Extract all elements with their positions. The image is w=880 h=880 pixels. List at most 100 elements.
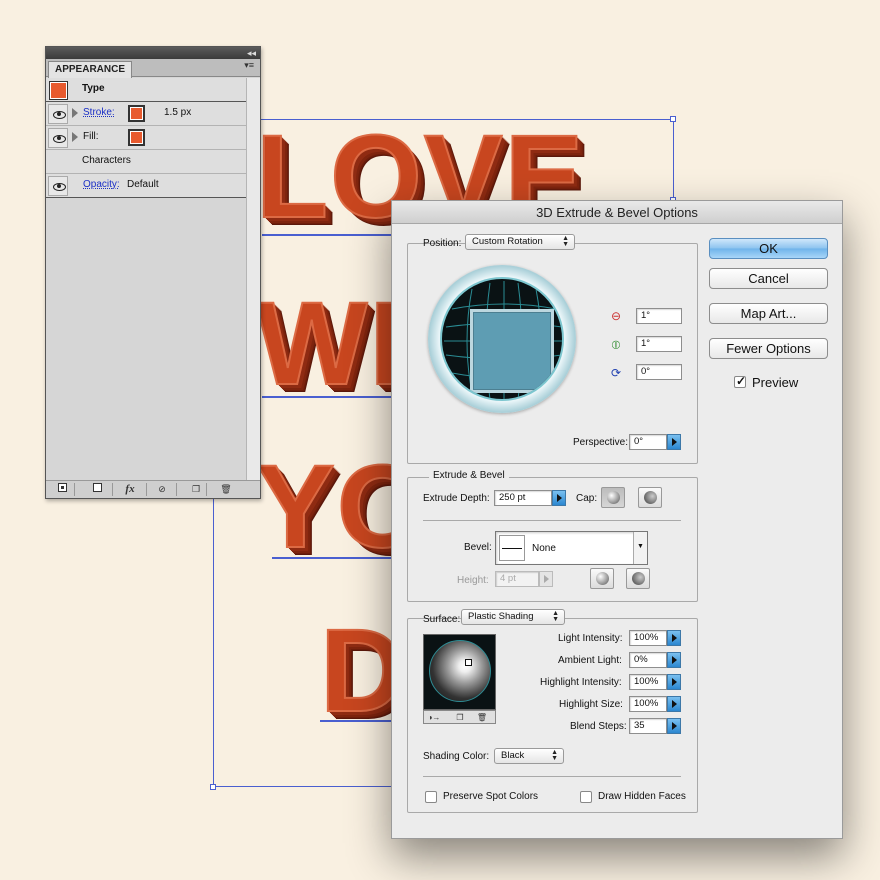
bevel-extent-in-button[interactable]	[626, 568, 650, 589]
shading-color-select[interactable]: Black ▲ ▼	[494, 748, 564, 764]
bevel-extent-out-button[interactable]	[590, 568, 614, 589]
fewer-options-button[interactable]: Fewer Options	[709, 338, 828, 359]
collapse-panel-icon[interactable]: ◂◂	[247, 47, 256, 59]
clear-appearance-icon[interactable]	[89, 483, 105, 496]
rotate-z-field[interactable]: 0°	[636, 364, 682, 380]
chevron-updown-icon: ▲ ▼	[551, 749, 558, 762]
cancel-button[interactable]: Cancel	[709, 268, 828, 289]
blend-steps-field[interactable]: 35	[629, 718, 667, 734]
bevel-select-value: None	[532, 543, 556, 554]
perspective-slider-button[interactable]	[667, 434, 681, 450]
position-select[interactable]: Custom Rotation ▲ ▼	[465, 234, 575, 250]
appearance-list: Type Stroke: 1.5 px Fill: Characters Opa…	[46, 78, 246, 480]
move-light-to-back-icon[interactable]: ◑→	[426, 711, 442, 724]
eye-icon[interactable]	[48, 128, 68, 148]
panel-title-bar[interactable]: ◂◂	[46, 47, 260, 59]
highlight-intensity-field[interactable]: 100%	[629, 674, 667, 690]
blend-steps-label: Blend Steps:	[570, 721, 627, 732]
track-cube-face[interactable]	[470, 309, 554, 393]
extrude-bevel-group-label: Extrude & Bevel	[429, 470, 509, 481]
highlight-size-slider-button[interactable]	[667, 696, 681, 712]
draw-hidden-faces-label[interactable]: Draw Hidden Faces	[598, 791, 686, 802]
shading-color-select-value: Black	[501, 750, 525, 761]
blend-steps-slider-button[interactable]	[667, 718, 681, 734]
light-intensity-slider-button[interactable]	[667, 630, 681, 646]
cap-off-icon	[644, 491, 657, 504]
perspective-field[interactable]: 0°	[629, 434, 667, 450]
bevel-select[interactable]: None ▼	[495, 531, 648, 565]
preview-label[interactable]: Preview	[752, 375, 798, 390]
track-cube-widget[interactable]	[428, 265, 576, 413]
footer-divider	[74, 483, 75, 496]
height-slider-button[interactable]	[539, 571, 553, 587]
delete-item-icon[interactable]: 🗑	[218, 483, 234, 496]
lighting-preview[interactable]	[423, 634, 496, 710]
appearance-type-row[interactable]: Type	[46, 78, 246, 102]
light-source-handle[interactable]	[465, 659, 472, 666]
cap-on-button[interactable]	[601, 487, 625, 508]
panel-menu-icon[interactable]: ▾≡	[244, 60, 254, 71]
no-effect-icon[interactable]: ⊘	[154, 483, 170, 496]
surface-select[interactable]: Plastic Shading ▲ ▼	[461, 609, 565, 625]
track-cube-sphere	[440, 277, 564, 401]
delete-light-icon[interactable]: 🗑	[474, 711, 490, 724]
ambient-light-label: Ambient Light:	[558, 655, 622, 666]
extrude-depth-field[interactable]: 250 pt	[494, 490, 552, 506]
dialog-title[interactable]: 3D Extrude & Bevel Options	[392, 201, 842, 224]
new-art-basic-appearance-icon[interactable]	[54, 483, 70, 496]
characters-label: Characters	[82, 155, 131, 166]
tab-appearance[interactable]: APPEARANCE	[48, 61, 133, 78]
lighting-sphere	[429, 640, 491, 702]
highlight-intensity-slider-button[interactable]	[667, 674, 681, 690]
stroke-label[interactable]: Stroke:	[83, 107, 115, 118]
opacity-label[interactable]: Opacity:	[83, 179, 120, 190]
stroke-color-swatch[interactable]	[128, 105, 145, 122]
appearance-characters-row[interactable]: Characters	[46, 150, 246, 174]
height-field[interactable]: 4 pt	[495, 571, 539, 587]
ambient-light-slider-button[interactable]	[667, 652, 681, 668]
preserve-spot-colors-checkbox[interactable]	[425, 791, 437, 803]
rotate-y-field[interactable]: 1°	[636, 336, 682, 352]
eye-icon[interactable]	[48, 176, 68, 196]
type-color-thumbnail	[49, 81, 68, 100]
extrude-divider	[423, 520, 681, 521]
preserve-spot-colors-label[interactable]: Preserve Spot Colors	[443, 791, 538, 802]
appearance-fill-row[interactable]: Fill:	[46, 126, 246, 150]
chevron-updown-icon: ▲ ▼	[562, 235, 569, 248]
text-baseline	[272, 557, 392, 559]
position-label: Position:	[423, 238, 462, 249]
appearance-stroke-row[interactable]: Stroke: 1.5 px	[46, 102, 246, 126]
cap-off-button[interactable]	[638, 487, 662, 508]
panel-footer: fx ⊘ ❐ 🗑	[46, 480, 260, 498]
ambient-light-field[interactable]: 0%	[629, 652, 667, 668]
stroke-weight-value[interactable]: 1.5 px	[164, 107, 191, 118]
map-art-button[interactable]: Map Art...	[709, 303, 828, 324]
appearance-panel: ◂◂ APPEARANCE ▾≡ Type Stroke: 1.5 px Fil…	[45, 46, 261, 499]
expand-triangle-icon[interactable]	[72, 108, 78, 118]
preview-checkbox[interactable]	[734, 374, 746, 388]
rotate-x-field[interactable]: 1°	[636, 308, 682, 324]
panel-tab-bar: APPEARANCE ▾≡	[46, 59, 260, 78]
bevel-extent-in-icon	[632, 572, 645, 585]
appearance-opacity-row[interactable]: Opacity: Default	[46, 174, 246, 198]
duplicate-item-icon[interactable]: ❐	[188, 483, 204, 496]
fx-icon[interactable]: fx	[122, 483, 138, 496]
bevel-extent-out-icon	[596, 572, 609, 585]
highlight-size-field[interactable]: 100%	[629, 696, 667, 712]
light-intensity-field[interactable]: 100%	[629, 630, 667, 646]
ok-button[interactable]: OK	[709, 238, 828, 259]
fill-color-swatch[interactable]	[128, 129, 145, 146]
selection-handle[interactable]	[210, 784, 216, 790]
panel-scrollbar[interactable]	[246, 78, 260, 480]
rotate-y-axis-icon: ⦶	[611, 338, 621, 352]
bevel-dropdown-button[interactable]: ▼	[633, 532, 647, 564]
draw-hidden-faces-checkbox[interactable]	[580, 791, 592, 803]
eye-icon[interactable]	[48, 104, 68, 124]
extrude-depth-slider-button[interactable]	[552, 490, 566, 506]
selection-handle[interactable]	[670, 116, 676, 122]
text-baseline	[262, 234, 392, 236]
light-intensity-label: Light Intensity:	[558, 633, 623, 644]
fill-label[interactable]: Fill:	[83, 131, 99, 142]
new-light-icon[interactable]: ❐	[452, 711, 468, 724]
expand-triangle-icon[interactable]	[72, 132, 78, 142]
